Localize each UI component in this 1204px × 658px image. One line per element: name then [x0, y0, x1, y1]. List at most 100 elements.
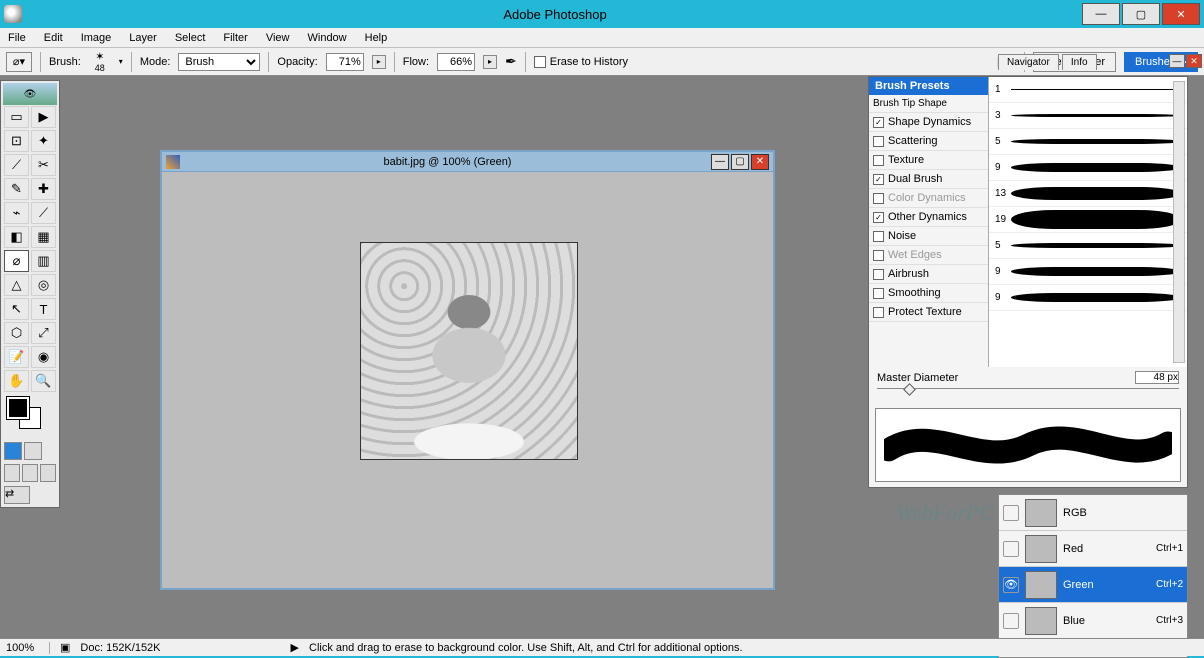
brush-stroke-0[interactable]: 1 [989, 77, 1187, 103]
brush-option-texture[interactable]: Texture [869, 151, 988, 170]
brush-option-other-dynamics[interactable]: ✓Other Dynamics [869, 208, 988, 227]
visibility-toggle[interactable] [1003, 541, 1019, 557]
navigator-tab[interactable]: Navigator [998, 54, 1059, 70]
info-tab[interactable]: Info [1062, 54, 1097, 70]
master-diameter-input[interactable] [1135, 371, 1179, 384]
brush-stroke-1[interactable]: 3 [989, 103, 1187, 129]
doc-minimize-button[interactable]: — [711, 154, 729, 170]
quickmask-mode-button[interactable] [24, 442, 42, 460]
brush-size-value: 48 [95, 63, 105, 73]
standard-mode-button[interactable] [4, 442, 22, 460]
tool-8-1[interactable]: T [31, 298, 56, 320]
menu-window[interactable]: Window [308, 32, 347, 44]
tool-3-0[interactable]: ✎ [4, 178, 29, 200]
menu-edit[interactable]: Edit [44, 32, 63, 44]
brush-stroke-list[interactable]: 13591319599 [989, 77, 1187, 367]
brush-stroke-2[interactable]: 5 [989, 129, 1187, 155]
tool-0-0[interactable]: ▭ [4, 106, 29, 128]
doc-close-button[interactable]: ✕ [751, 154, 769, 170]
airbrush-icon[interactable]: ✒ [505, 53, 517, 70]
mode-select[interactable]: Brush [178, 53, 260, 71]
minimize-button[interactable]: — [1082, 3, 1120, 25]
channel-thumbnail [1025, 607, 1057, 635]
tool-9-0[interactable]: ⬡ [4, 322, 29, 344]
brush-stroke-5[interactable]: 19 [989, 207, 1187, 233]
tool-4-0[interactable]: ⌁ [4, 202, 29, 224]
tool-10-1[interactable]: ◉ [31, 346, 56, 368]
maximize-button[interactable]: ▢ [1122, 3, 1160, 25]
zoom-field[interactable]: 100% [6, 642, 50, 654]
master-diameter-slider[interactable] [877, 388, 1179, 402]
document-canvas[interactable] [360, 242, 578, 460]
brush-option-shape-dynamics[interactable]: ✓Shape Dynamics [869, 113, 988, 132]
opacity-flyout[interactable]: ▸ [372, 55, 386, 69]
tool-11-0[interactable]: ✋ [4, 370, 29, 392]
menu-help[interactable]: Help [365, 32, 388, 44]
opacity-input[interactable] [326, 53, 364, 71]
tool-10-0[interactable]: 📝 [4, 346, 29, 368]
tool-2-0[interactable]: ⟋ [4, 154, 29, 176]
panel-minimize-button[interactable]: — [1169, 54, 1185, 68]
tool-11-1[interactable]: 🔍 [31, 370, 56, 392]
tool-preset-picker[interactable]: ⌀▾ [6, 52, 32, 72]
doc-maximize-button[interactable]: ▢ [731, 154, 749, 170]
channel-blue[interactable]: BlueCtrl+3 [999, 603, 1187, 639]
tool-5-0[interactable]: ◧ [4, 226, 29, 248]
foreground-color-swatch[interactable] [7, 397, 29, 419]
tool-8-0[interactable]: ↖ [4, 298, 29, 320]
tool-5-1[interactable]: ▦ [31, 226, 56, 248]
tool-1-1[interactable]: ✦ [31, 130, 56, 152]
brush-option-protect-texture[interactable]: Protect Texture [869, 303, 988, 322]
tool-9-1[interactable]: ⤢ [31, 322, 56, 344]
screen-mode-3[interactable] [40, 464, 56, 482]
flow-flyout[interactable]: ▸ [483, 55, 497, 69]
brush-tip-shape-row[interactable]: Brush Tip Shape [869, 95, 988, 113]
screen-mode-1[interactable] [4, 464, 20, 482]
close-button[interactable]: ✕ [1162, 3, 1200, 25]
color-swatches[interactable] [5, 397, 55, 437]
brush-stroke-4[interactable]: 13 [989, 181, 1187, 207]
brush-option-noise[interactable]: Noise [869, 227, 988, 246]
panel-close-button[interactable]: ✕ [1186, 54, 1202, 68]
channel-rgb[interactable]: RGB [999, 495, 1187, 531]
menu-image[interactable]: Image [81, 32, 112, 44]
menu-filter[interactable]: Filter [223, 32, 247, 44]
menu-file[interactable]: File [8, 32, 26, 44]
tool-6-1[interactable]: ▥ [31, 250, 56, 272]
tool-7-1[interactable]: ◎ [31, 274, 56, 296]
toolbox-header-icon[interactable]: 👁 [3, 83, 57, 105]
brush-stroke-8[interactable]: 9 [989, 285, 1187, 311]
menu-layer[interactable]: Layer [129, 32, 157, 44]
screen-mode-2[interactable] [22, 464, 38, 482]
erase-to-history-checkbox[interactable]: Erase to History [534, 56, 628, 68]
menu-select[interactable]: Select [175, 32, 206, 44]
brush-stroke-3[interactable]: 9 [989, 155, 1187, 181]
tool-4-1[interactable]: ⟋ [31, 202, 56, 224]
tool-6-0[interactable]: ⌀ [4, 250, 29, 272]
chevron-down-icon[interactable]: ▾ [119, 57, 123, 66]
brush-stroke-7[interactable]: 9 [989, 259, 1187, 285]
brush-option-smoothing[interactable]: Smoothing [869, 284, 988, 303]
visibility-toggle[interactable] [1003, 505, 1019, 521]
flow-input[interactable] [437, 53, 475, 71]
brush-presets-header[interactable]: Brush Presets [869, 77, 988, 95]
brush-option-airbrush[interactable]: Airbrush [869, 265, 988, 284]
tool-1-0[interactable]: ⊡ [4, 130, 29, 152]
tool-0-1[interactable]: ▶ [31, 106, 56, 128]
tool-3-1[interactable]: ✚ [31, 178, 56, 200]
jump-to-button[interactable]: ⇄ [4, 486, 30, 504]
doc-size-icon[interactable]: ▣ [60, 641, 70, 654]
visibility-toggle[interactable]: 👁 [1003, 577, 1019, 593]
tool-2-1[interactable]: ✂ [31, 154, 56, 176]
brush-stroke-6[interactable]: 5 [989, 233, 1187, 259]
menu-view[interactable]: View [266, 32, 290, 44]
channel-green[interactable]: 👁GreenCtrl+2 [999, 567, 1187, 603]
brush-option-scattering[interactable]: Scattering [869, 132, 988, 151]
scrollbar[interactable] [1173, 81, 1185, 363]
visibility-toggle[interactable] [1003, 613, 1019, 629]
document-titlebar[interactable]: babit.jpg @ 100% (Green) — ▢ ✕ [162, 152, 773, 172]
channel-red[interactable]: RedCtrl+1 [999, 531, 1187, 567]
tool-7-0[interactable]: △ [4, 274, 29, 296]
brush-option-dual-brush[interactable]: ✓Dual Brush [869, 170, 988, 189]
brush-picker[interactable]: ✶ 48 [89, 53, 111, 71]
